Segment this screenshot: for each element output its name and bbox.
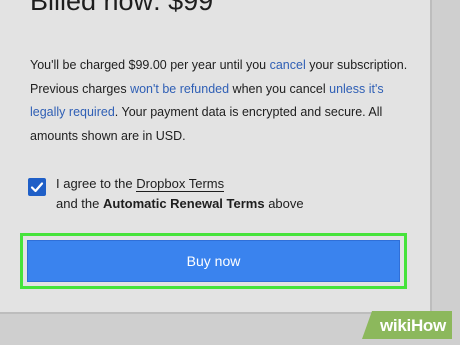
renewal-terms-text: Automatic Renewal Terms <box>103 196 265 211</box>
agree-line2-prefix: and the <box>56 196 103 211</box>
wikihow-watermark: wikiHow <box>362 311 452 339</box>
agree-prefix: I agree to the <box>56 176 137 191</box>
desc-text-3: when you cancel <box>229 81 330 96</box>
agreement-text: I agree to the Dropbox Terms and the Aut… <box>56 174 386 214</box>
wikihow-how: How <box>410 316 446 335</box>
wikihow-wiki: wiki <box>380 316 411 335</box>
cancel-link[interactable]: cancel <box>270 58 306 72</box>
desc-text-1: You'll be charged $99.00 per year until … <box>30 58 270 72</box>
billed-now-heading: Billed now: $99 <box>30 0 214 16</box>
dropbox-terms-link[interactable]: Dropbox Terms <box>136 176 225 192</box>
refund-policy-link[interactable]: won't be refunded <box>130 82 229 96</box>
billing-description: You'll be charged $99.00 per year until … <box>30 54 422 148</box>
agree-checkbox[interactable] <box>28 178 46 196</box>
wikihow-logo-text: wikiHow <box>380 316 446 336</box>
checkmark-icon <box>30 182 44 193</box>
buy-now-button[interactable]: Buy now <box>27 240 400 282</box>
agree-line2-suffix: above <box>264 196 304 211</box>
